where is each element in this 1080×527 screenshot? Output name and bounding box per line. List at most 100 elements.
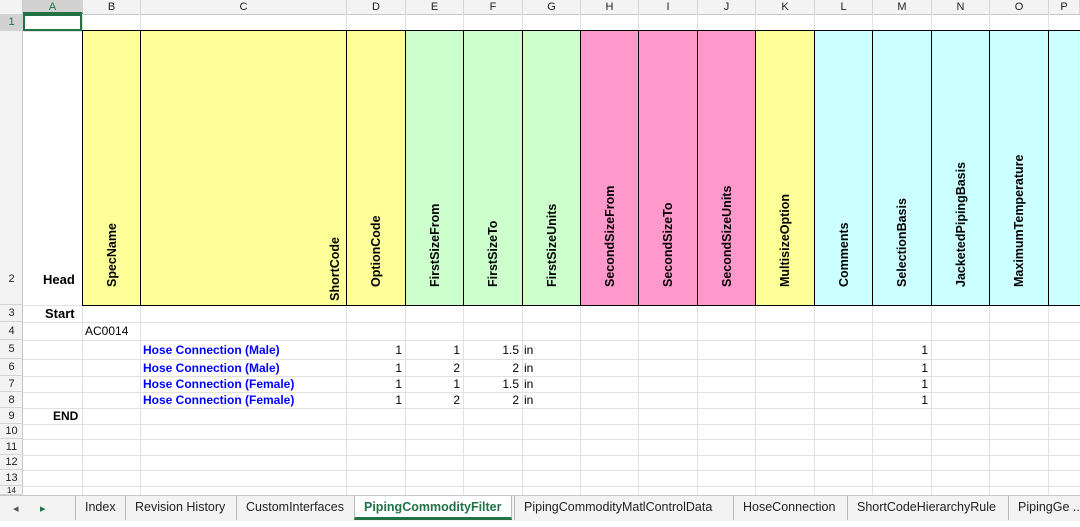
spec-name-cell[interactable]: AC0014 <box>85 324 128 338</box>
firstsizefrom-cell[interactable]: 2 <box>405 393 460 407</box>
selectionbasis-cell[interactable]: 1 <box>872 393 928 407</box>
header-firstsizeto[interactable]: FirstSizeTo <box>463 30 523 306</box>
shortcode-cell[interactable]: Hose Connection (Male) <box>143 343 280 357</box>
column-header-f[interactable]: F <box>464 0 523 14</box>
header-shortcode-label: ShortCode <box>328 237 342 301</box>
column-header-bar: A B C D E F G H I J K L M N O P <box>0 0 1080 15</box>
column-header-o[interactable]: O <box>990 0 1049 14</box>
column-header-d[interactable]: D <box>347 0 406 14</box>
column-header-m[interactable]: M <box>873 0 932 14</box>
worksheet-grid[interactable]: SpecName ShortCode OptionCode FirstSizeF… <box>23 14 1080 495</box>
row-header-8[interactable]: 8 <box>0 392 23 408</box>
firstsizeto-cell[interactable]: 1.5 <box>463 377 519 391</box>
column-header-c[interactable]: C <box>141 0 347 14</box>
column-header-k[interactable]: K <box>756 0 815 14</box>
header-maximumtemperature-label: MaximumTemperature <box>1012 154 1026 287</box>
tab-index[interactable]: Index <box>75 496 125 520</box>
row-header-13[interactable]: 13 <box>0 470 23 486</box>
shortcode-cell[interactable]: Hose Connection (Female) <box>143 393 294 407</box>
header-firstsizeto-label: FirstSizeTo <box>486 220 500 287</box>
row-header-bar: 1 2 3 4 5 6 7 8 9 10 11 12 13 14 <box>0 14 23 495</box>
tab-pipingge[interactable]: PipingGe ... <box>1008 496 1080 520</box>
firstsizeto-cell[interactable]: 2 <box>463 393 519 407</box>
row-header-3[interactable]: 3 <box>0 305 23 322</box>
firstsizeunits-cell[interactable]: in <box>524 343 533 357</box>
column-header-a[interactable]: A <box>23 0 83 14</box>
column-header-e[interactable]: E <box>406 0 464 14</box>
firstsizeto-cell[interactable]: 1.5 <box>463 343 519 357</box>
optioncode-cell[interactable]: 1 <box>346 377 402 391</box>
header-secondsizeto-label: SecondSizeTo <box>661 202 675 287</box>
select-all-corner[interactable] <box>0 0 23 14</box>
tab-custominterfaces[interactable]: CustomInterfaces <box>236 496 353 520</box>
firstsizefrom-cell[interactable]: 2 <box>405 361 460 375</box>
optioncode-cell[interactable]: 1 <box>346 393 402 407</box>
row-header-9[interactable]: 9 <box>0 408 23 424</box>
header-comments[interactable]: Comments <box>814 30 873 306</box>
firstsizeunits-cell[interactable]: in <box>524 361 533 375</box>
row-header-1[interactable]: 1 <box>0 14 23 31</box>
row-header-2[interactable]: 2 <box>0 31 23 305</box>
header-multisizeoption-label: MultisizeOption <box>778 193 792 287</box>
firstsizeto-cell[interactable]: 2 <box>463 361 519 375</box>
header-comments-label: Comments <box>836 222 851 287</box>
header-optioncode[interactable]: OptionCode <box>346 30 406 306</box>
header-jacketedpipingbasis-label: JacketedPipingBasis <box>953 161 968 287</box>
header-jacketedpipingbasis[interactable]: JacketedPipingBasis <box>931 30 990 306</box>
row-header-5[interactable]: 5 <box>0 340 23 359</box>
column-header-j[interactable]: J <box>698 0 756 14</box>
tab-hoseconnection[interactable]: HoseConnection <box>733 496 844 520</box>
row-header-12[interactable]: 12 <box>0 455 23 470</box>
column-header-b[interactable]: B <box>83 0 141 14</box>
header-selectionbasis[interactable]: SelectionBasis <box>872 30 932 306</box>
header-secondsizefrom[interactable]: SecondSizeFrom <box>580 30 639 306</box>
sheet-tab-bar: ◂ ▸ Index Revision History CustomInterfa… <box>0 495 1080 521</box>
header-shortcode[interactable]: ShortCode <box>140 30 347 306</box>
header-specname[interactable]: SpecName <box>82 30 141 306</box>
header-secondsizefrom-label: SecondSizeFrom <box>602 185 617 287</box>
row-header-6[interactable]: 6 <box>0 359 23 376</box>
row-header-10[interactable]: 10 <box>0 424 23 439</box>
tab-pipingcommoditymatlcontroldata[interactable]: PipingCommodityMatlControlData <box>514 496 721 520</box>
firstsizeunits-cell[interactable]: in <box>524 377 533 391</box>
header-maximumtemperature[interactable]: MaximumTemperature <box>989 30 1049 306</box>
shortcode-cell[interactable]: Hose Connection (Female) <box>143 377 294 391</box>
header-secondsizeunits[interactable]: SecondSizeUnits <box>697 30 756 306</box>
active-cell-a1[interactable] <box>23 14 82 31</box>
header-firstsizeunits-label: FirstSizeUnits <box>544 203 559 287</box>
column-header-l[interactable]: L <box>815 0 873 14</box>
column-header-p[interactable]: P <box>1049 0 1080 14</box>
column-header-n[interactable]: N <box>932 0 990 14</box>
header-next-column[interactable] <box>1048 30 1080 306</box>
row-header-7[interactable]: 7 <box>0 376 23 392</box>
row-header-14[interactable]: 14 <box>0 486 23 495</box>
column-header-g[interactable]: G <box>523 0 581 14</box>
optioncode-cell[interactable]: 1 <box>346 343 402 357</box>
tab-revision-history[interactable]: Revision History <box>125 496 234 520</box>
row-header-11[interactable]: 11 <box>0 439 23 455</box>
selectionbasis-cell[interactable]: 1 <box>872 377 928 391</box>
end-label: END <box>53 409 79 423</box>
row-header-4[interactable]: 4 <box>0 322 23 340</box>
selectionbasis-cell[interactable]: 1 <box>872 343 928 357</box>
shortcode-cell[interactable]: Hose Connection (Male) <box>143 361 280 375</box>
header-multisizeoption[interactable]: MultisizeOption <box>755 30 815 306</box>
selectionbasis-cell[interactable]: 1 <box>872 361 928 375</box>
column-header-i[interactable]: I <box>639 0 698 14</box>
header-firstsizeunits[interactable]: FirstSizeUnits <box>522 30 581 306</box>
tab-scroll-right-icon[interactable]: ▸ <box>40 502 46 515</box>
firstsizefrom-cell[interactable]: 1 <box>405 343 460 357</box>
column-header-h[interactable]: H <box>581 0 639 14</box>
optioncode-cell[interactable]: 1 <box>346 361 402 375</box>
head-label: Head <box>43 272 75 287</box>
header-firstsizefrom[interactable]: FirstSizeFrom <box>405 30 464 306</box>
tab-scroll-left-icon[interactable]: ◂ <box>13 502 19 515</box>
tab-pipingcommodityfilter[interactable]: PipingCommodityFilter <box>354 496 512 520</box>
firstsizeunits-cell[interactable]: in <box>524 393 533 407</box>
header-selectionbasis-label: SelectionBasis <box>895 198 909 287</box>
tab-shortcodehierarchyrule[interactable]: ShortCodeHierarchyRule <box>847 496 1005 520</box>
header-specname-label: SpecName <box>104 223 119 287</box>
header-secondsizeto[interactable]: SecondSizeTo <box>638 30 698 306</box>
firstsizefrom-cell[interactable]: 1 <box>405 377 460 391</box>
header-optioncode-label: OptionCode <box>369 215 383 287</box>
